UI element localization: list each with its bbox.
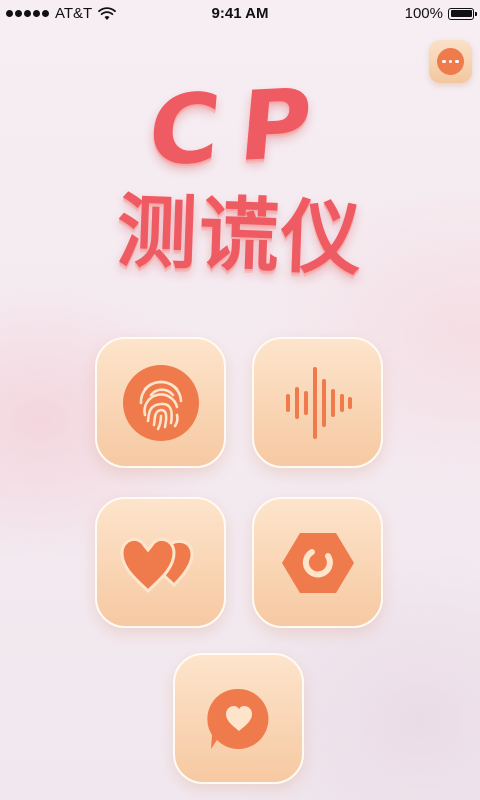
double-heart-icon — [119, 537, 193, 593]
status-bar: AT&T 9:41 AM 100% — [0, 0, 480, 28]
status-right: 100% — [404, 5, 477, 22]
love-match-button[interactable] — [95, 497, 226, 628]
heart-chat-bubble-icon — [206, 688, 268, 749]
hexagon-spinner-icon — [281, 532, 354, 593]
voice-test-button[interactable] — [252, 337, 383, 468]
loading-test-button[interactable] — [252, 497, 383, 628]
app-title-chinese: 测谎仪 — [115, 184, 365, 287]
sound-wave-icon — [285, 366, 352, 439]
fingerprint-icon — [122, 364, 199, 441]
fingerprint-test-button[interactable] — [95, 337, 226, 468]
chat-test-button[interactable] — [173, 653, 304, 784]
battery-percent: 100% — [404, 5, 443, 22]
battery-icon — [448, 7, 477, 20]
app-title-latin: CP — [144, 66, 336, 188]
